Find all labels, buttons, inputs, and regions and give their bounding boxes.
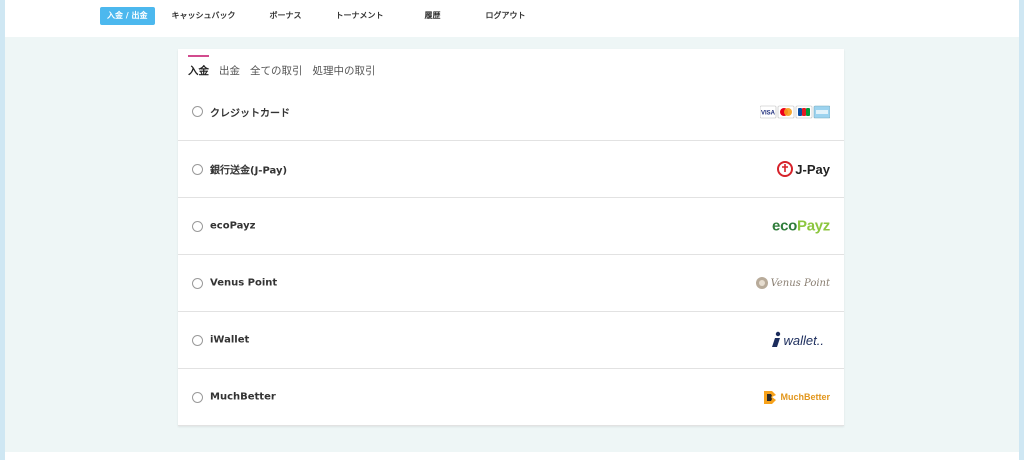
payment-method-ecopayz[interactable]: ecoPayz eco Payz: [178, 198, 844, 255]
payment-method-iwallet[interactable]: iWallet wallet..: [178, 312, 844, 369]
top-navigation: 入金 / 出金 キャッシュバック ボーナス トーナメント 履歴 ログアウト: [5, 0, 1019, 37]
payment-method-label: クレジットカード: [210, 108, 290, 119]
radio-button[interactable]: [192, 391, 203, 403]
iwallet-logo-text: wallet..: [783, 332, 824, 348]
jpay-logo-text: J-Pay: [795, 161, 830, 177]
payment-method-label: MuchBetter: [210, 391, 276, 403]
payment-method-label: iWallet: [210, 334, 250, 346]
radio-button[interactable]: [192, 163, 203, 175]
page-background: 入金 / 出金 キャッシュバック ボーナス トーナメント 履歴 ログアウト 入金…: [5, 0, 1019, 460]
tab-pending-transactions[interactable]: 処理中の取引: [313, 55, 376, 81]
tab-deposit[interactable]: 入金: [188, 55, 209, 81]
nav-bonus[interactable]: ボーナス: [263, 7, 309, 25]
radio-button[interactable]: [192, 106, 203, 117]
payment-method-label: 銀行送金(J-Pay): [210, 165, 288, 177]
payment-method-list: クレジットカード VISA 銀行送金(J-Pay) J-Pay ecoPayz …: [178, 83, 844, 426]
payment-method-credit-card[interactable]: クレジットカード VISA: [178, 83, 844, 141]
iwallet-logo: wallet..: [771, 331, 824, 349]
tab-all-transactions[interactable]: 全ての取引: [250, 55, 303, 81]
payment-method-muchbetter[interactable]: MuchBetter MuchBetter: [178, 369, 844, 426]
footer-bar: [5, 452, 1019, 460]
payment-panel: 入金 出金 全ての取引 処理中の取引 クレジットカード VISA 銀行送金(J-…: [178, 49, 844, 426]
visa-mastercard-jcb-amex-logos: VISA: [760, 105, 830, 119]
svg-text:VISA: VISA: [761, 110, 776, 116]
tab-withdraw[interactable]: 出金: [219, 55, 240, 81]
radio-button[interactable]: [192, 277, 203, 289]
radio-button[interactable]: [192, 334, 203, 346]
ecopayz-logo: eco Payz: [772, 217, 830, 235]
nav-tournament[interactable]: トーナメント: [329, 7, 391, 25]
venus-point-logo: Venus Point: [755, 276, 830, 290]
muchbetter-logo-text: MuchBetter: [780, 392, 830, 402]
payment-method-venus-point[interactable]: Venus Point Venus Point: [178, 255, 844, 312]
muchbetter-logo: MuchBetter: [762, 389, 830, 405]
nav-cashback[interactable]: キャッシュバック: [165, 7, 243, 25]
radio-button[interactable]: [192, 220, 203, 232]
nav-deposit-withdraw[interactable]: 入金 / 出金: [100, 7, 155, 25]
main-nav: 入金 / 出金 キャッシュバック ボーナス トーナメント 履歴 ログアウト: [100, 7, 533, 25]
payment-method-jpay[interactable]: 銀行送金(J-Pay) J-Pay: [178, 141, 844, 198]
venus-point-logo-text: Venus Point: [770, 277, 830, 289]
nav-logout[interactable]: ログアウト: [479, 7, 533, 25]
payment-method-label: ecoPayz: [210, 220, 256, 232]
jpay-logo: J-Pay: [777, 160, 830, 178]
nav-history[interactable]: 履歴: [418, 7, 448, 25]
payment-method-label: Venus Point: [210, 277, 278, 289]
transaction-tabs: 入金 出金 全ての取引 処理中の取引: [188, 55, 376, 81]
